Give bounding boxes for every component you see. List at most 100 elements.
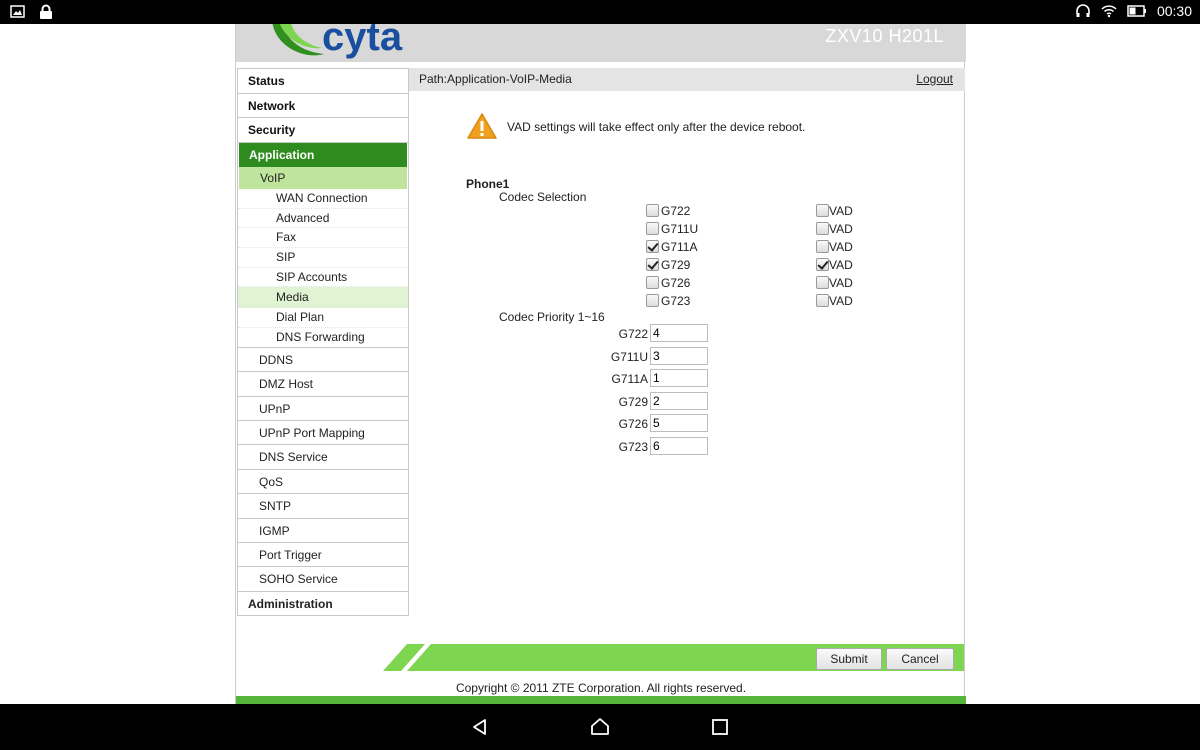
vad-row: VAD [816, 222, 853, 239]
vad-checkbox[interactable] [816, 240, 829, 253]
warning-icon [467, 113, 497, 139]
nav-network[interactable]: Network [238, 94, 408, 118]
nav-sip-accounts[interactable]: SIP Accounts [238, 268, 408, 288]
codec-selection-label: Codec Selection [499, 190, 587, 204]
nav-voip[interactable]: VoIP [239, 167, 407, 189]
battery-icon [1127, 5, 1146, 17]
priority-codec-label: G722 [618, 327, 648, 341]
nav-fax[interactable]: Fax [238, 228, 408, 249]
vad-row: VAD [816, 240, 853, 257]
header: cyta ZXV10 H201L [236, 24, 966, 62]
vad-label: VAD [829, 294, 853, 308]
priority-input-g711a[interactable] [650, 369, 708, 387]
vad-checkbox[interactable] [816, 276, 829, 289]
codec-label: G711U [661, 222, 699, 236]
cancel-button[interactable]: Cancel [886, 648, 954, 670]
copyright: Copyright © 2011 ZTE Corporation. All ri… [455, 681, 747, 695]
codec-checkbox[interactable] [646, 240, 659, 253]
nav-igmp[interactable]: IGMP [238, 519, 408, 543]
nav-advanced[interactable]: Advanced [238, 209, 408, 229]
nav-media[interactable]: Media [238, 287, 408, 309]
nav-wan-connection[interactable]: WAN Connection [238, 189, 408, 209]
priority-input-g711u[interactable] [650, 347, 708, 365]
nav-status[interactable]: Status [238, 69, 408, 94]
vad-row: VAD [816, 294, 853, 311]
codec-label: G729 [661, 258, 691, 272]
path-bar: Path:Application-VoIP-Media Logout [409, 68, 965, 91]
nav-security[interactable]: Security [238, 118, 408, 143]
codec-row: G722 [646, 204, 690, 221]
cyta-logo: cyta [272, 24, 403, 59]
vad-checkbox[interactable] [816, 294, 829, 307]
codec-checkbox[interactable] [646, 276, 659, 289]
priority-row: G723 [586, 437, 648, 456]
back-icon[interactable] [470, 717, 490, 737]
vad-row: VAD [816, 276, 853, 293]
nav-qos[interactable]: QoS [238, 470, 408, 495]
codec-label: G722 [661, 204, 691, 218]
vad-row: VAD [816, 258, 853, 275]
vad-checkbox[interactable] [816, 222, 829, 235]
nav-sip[interactable]: SIP [238, 248, 408, 268]
vad-checkbox[interactable] [816, 204, 829, 217]
codec-label: G726 [661, 276, 691, 290]
priority-input-g723[interactable] [650, 437, 708, 455]
nav-ddns[interactable]: DDNS [238, 348, 408, 373]
phone-title: Phone1 [466, 177, 510, 191]
nav-sntp[interactable]: SNTP [238, 494, 408, 519]
codec-label: G711A [661, 240, 698, 254]
priority-row: G711U [586, 347, 648, 366]
image-icon [10, 5, 25, 18]
priority-input-g726[interactable] [650, 414, 708, 432]
codec-checkbox[interactable] [646, 294, 659, 307]
home-icon[interactable] [590, 717, 610, 737]
priority-row: G722 [586, 324, 648, 343]
nav-dns-forwarding[interactable]: DNS Forwarding [238, 328, 408, 348]
codec-checkbox[interactable] [646, 222, 659, 235]
codec-checkbox[interactable] [646, 204, 659, 217]
priority-codec-label: G726 [618, 417, 648, 431]
vad-checkbox[interactable] [816, 258, 829, 271]
vad-label: VAD [829, 204, 853, 218]
recent-apps-icon[interactable] [710, 717, 730, 737]
android-status-bar: 00:30 [0, 0, 1200, 24]
headphones-icon [1076, 4, 1090, 17]
sidebar: Status Network Security Application VoIP… [237, 68, 409, 616]
codec-label: G723 [661, 294, 691, 308]
nav-upnp-port-mapping[interactable]: UPnP Port Mapping [238, 421, 408, 446]
codec-row: G711A [646, 240, 697, 257]
model-name: ZXV10 H201L [825, 26, 944, 46]
nav-administration[interactable]: Administration [238, 592, 408, 616]
codec-row: G726 [646, 276, 690, 293]
vad-row: VAD [816, 204, 853, 221]
submit-button[interactable]: Submit [816, 648, 882, 670]
vad-label: VAD [829, 276, 853, 290]
codec-row: G729 [646, 258, 690, 275]
nav-dial-plan[interactable]: Dial Plan [238, 308, 408, 329]
nav-dns-service[interactable]: DNS Service [238, 445, 408, 470]
nav-port-trigger[interactable]: Port Trigger [238, 543, 408, 568]
priority-codec-label: G711U [610, 350, 648, 364]
wifi-icon [1101, 5, 1117, 18]
bottom-stripe [236, 696, 966, 704]
svg-text:cyta: cyta [322, 24, 403, 59]
nav-dmz-host[interactable]: DMZ Host [238, 372, 408, 397]
android-nav-bar [0, 704, 1200, 750]
priority-codec-label: G729 [618, 395, 648, 409]
nav-application[interactable]: Application [239, 142, 407, 167]
priority-codec-label: G711A [611, 372, 648, 386]
priority-row: G729 [586, 392, 648, 411]
vad-label: VAD [829, 222, 853, 236]
nav-upnp[interactable]: UPnP [238, 397, 408, 421]
priority-input-g729[interactable] [650, 392, 708, 410]
priority-row: G711A [586, 369, 648, 388]
warning-message: VAD settings will take effect only after… [507, 120, 806, 134]
vad-label: VAD [829, 258, 853, 272]
codec-priority-label: Codec Priority 1~16 [499, 310, 605, 324]
codec-row: G723 [646, 294, 690, 311]
priority-input-g722[interactable] [650, 324, 708, 342]
nav-soho-service[interactable]: SOHO Service [238, 567, 408, 592]
codec-checkbox[interactable] [646, 258, 659, 271]
logout-link[interactable]: Logout [916, 68, 953, 91]
clock: 00:30 [1156, 3, 1192, 19]
